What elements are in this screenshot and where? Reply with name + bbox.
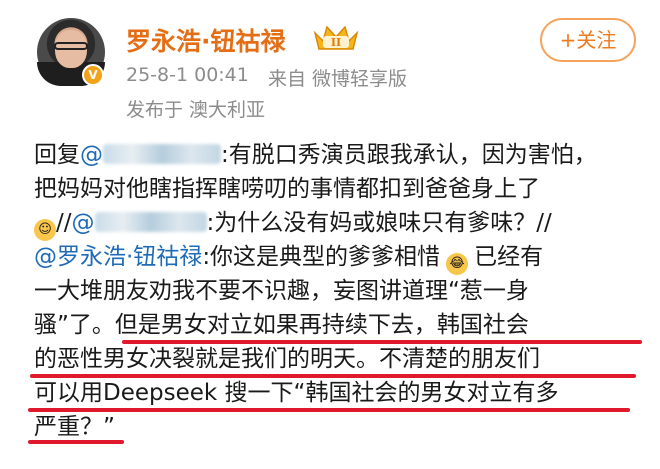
post-time: 25-8-1 00:41 [126, 64, 249, 86]
highlighted-text: 但是男女对立如果再持续下去，韩国社会 [114, 312, 529, 338]
post-line-1: 回复@:有脱口秀演员跟我承认，因为害怕， [34, 138, 644, 172]
red-underline [28, 440, 124, 444]
post-source: 来自 微博轻享版 [268, 68, 408, 90]
post-text: 骚”了。 [34, 312, 115, 338]
post-line-5: 一大堆朋友劝我不要不识趣，妄图讲道理“惹一身 [34, 274, 644, 308]
post-location: 发布于 澳大利亚 [126, 99, 266, 121]
verified-badge-icon: V [82, 64, 104, 86]
crown-level-icon: II [313, 25, 359, 50]
highlighted-text: 严重？” [34, 414, 115, 440]
level-text: II [331, 36, 341, 49]
mention-link[interactable]: @ [72, 210, 207, 236]
mention-link[interactable]: @ [80, 142, 221, 168]
post-line-3: ☺//@:为什么没有妈或娘味只有爹味？// [34, 206, 644, 241]
post-line-6: 骚”了。但是男女对立如果再持续下去，韩国社会 [34, 308, 644, 344]
post-line-4: @罗永浩·钮祜禄:你这是典型的爹爹相惜 😂 已经有 [34, 240, 644, 275]
post-text: :你这是典型的爹爹相惜 [202, 244, 441, 270]
post-body: 回复@:有脱口秀演员跟我承认，因为害怕， 把妈妈对他瞎指挥瞎唠叨的事情都扣到爸爸… [28, 138, 644, 444]
post-text: :为什么没有妈或娘味只有爹味？// [206, 210, 552, 236]
post-text: 一大堆朋友劝我不要不识趣，妄图讲道理“惹一身 [34, 278, 529, 304]
follow-button[interactable]: +关注 [540, 18, 636, 62]
post-line-7: 的恶性男女决裂就是我们的明天。不清楚的朋友们 [30, 342, 644, 378]
highlighted-text: 可以用Deepseek 搜一下“韩国社会的男女对立有多 [34, 380, 559, 406]
reply-label: 回复 [34, 142, 80, 168]
blurred-username [103, 144, 221, 164]
post-text: 已经有 [474, 244, 544, 270]
highlighted-text: 的恶性男女决裂就是我们的明天。不清楚的朋友们 [34, 346, 540, 372]
post-text: // [56, 210, 72, 236]
post-text: 把妈妈对他瞎指挥瞎唠叨的事情都扣到爸爸身上了 [34, 176, 540, 202]
post-line-2: 把妈妈对他瞎指挥瞎唠叨的事情都扣到爸爸身上了 [34, 172, 644, 206]
smile-emoji-icon: ☺ [34, 219, 56, 241]
laugh-cry-emoji-icon: 😂 [446, 253, 469, 275]
post-text: :有脱口秀演员跟我承认，因为害怕， [221, 142, 597, 168]
username[interactable]: 罗永浩·钮祜禄 [126, 22, 286, 58]
mention-link[interactable]: @罗永浩·钮祜禄 [34, 244, 202, 270]
blurred-username [94, 212, 207, 232]
avatar-glasses [54, 42, 88, 50]
post-line-8: 可以用Deepseek 搜一下“韩国社会的男女对立有多 [28, 376, 644, 412]
post-line-9: 严重？” [28, 410, 644, 444]
